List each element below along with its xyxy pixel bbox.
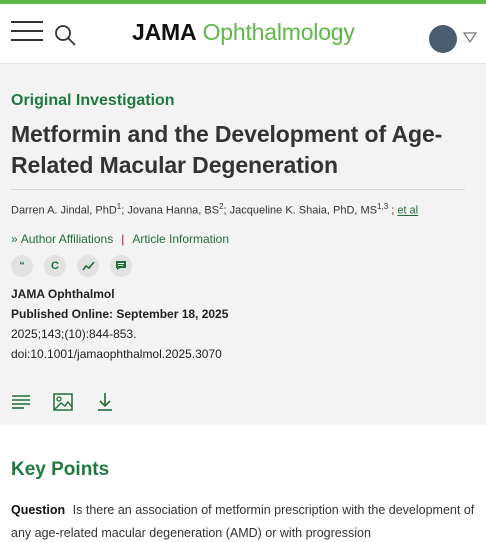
article-section-label: Original Investigation [11,92,175,109]
download-icon[interactable] [95,392,115,412]
article-title: Metformin and the Development of Age-Rel… [11,121,443,178]
author-name[interactable]: Jovana Hanna, BS [127,205,219,217]
question-text: Is there an association of metformin pre… [11,503,475,540]
link-separator: | [121,231,125,246]
copyright-glyph: C [51,259,59,272]
key-points-heading: Key Points [11,459,110,480]
title-divider [11,189,465,190]
citation-info: 2025;143;(10):844-853. [11,326,137,341]
copyright-icon[interactable]: C [44,254,66,277]
author-list: Darren A. Jindal, PhD1; Jovana Hanna, BS… [11,202,419,217]
et-al-link[interactable]: et al [397,205,418,217]
chevron-right-icon: » [11,231,18,246]
full-text-icon[interactable] [11,392,31,412]
publication-meta: JAMA Ophthalmol Published Online: Septem… [11,284,475,364]
doi[interactable]: doi:10.1001/jamaophthalmol.2025.3070 [11,344,475,364]
cite-glyph: “ [19,259,25,272]
author-name[interactable]: Darren A. Jindal, PhD [11,205,117,217]
logo-journal: Ophthalmology [202,19,355,45]
search-icon[interactable] [53,23,77,47]
journal-logo[interactable]: JAMA Ophthalmology [132,19,355,46]
logo-brand: JAMA [132,19,197,45]
key-points: Key Points Question Is there an associat… [0,425,486,542]
user-avatar-icon[interactable] [429,25,457,53]
cite-icon[interactable]: “ [11,254,33,277]
author-affiliations-link[interactable]: Author Affiliations [21,232,114,246]
author-affiliation-sup: 1,3 [377,202,389,211]
chevron-down-icon[interactable] [463,31,477,43]
article-tools [11,392,137,412]
article-links: » Author Affiliations | Article Informat… [11,232,475,246]
author-affiliation-sup: 2 [219,202,224,211]
site-header: JAMA Ophthalmology [0,4,486,64]
published-date: Published Online: September 18, 2025 [11,306,229,321]
article-header: Original Investigation Metformin and the… [0,64,486,425]
hamburger-menu-icon[interactable] [11,21,43,43]
key-points-question: Question Is there an association of metf… [11,499,475,542]
article-action-icons: “ C [11,254,475,277]
author-name[interactable]: Jacqueline K. Shaia, PhD, MS [230,205,377,217]
article-information-link[interactable]: Article Information [132,232,229,246]
metrics-icon[interactable] [77,254,99,277]
journal-abbrev: JAMA Ophthalmol [11,286,115,301]
author-affiliation-sup: 1 [116,202,122,211]
comment-icon[interactable] [110,254,132,277]
figures-icon[interactable] [53,392,73,412]
question-label: Question [11,503,66,517]
